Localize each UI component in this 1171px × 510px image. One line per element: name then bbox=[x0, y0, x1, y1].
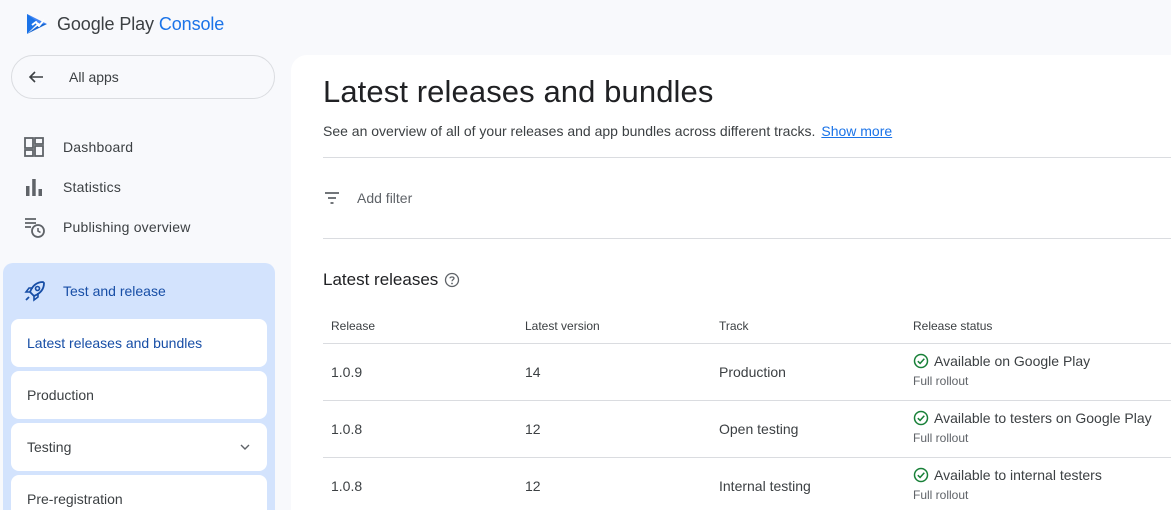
main-content: Latest releases and bundles See an overv… bbox=[291, 55, 1171, 510]
brand[interactable]: Google Play Console bbox=[24, 10, 224, 38]
column-header-track[interactable]: Track bbox=[719, 308, 749, 343]
sidebar-item-label: Dashboard bbox=[63, 139, 134, 155]
page-title: Latest releases and bundles bbox=[323, 74, 714, 109]
sidebar-section-test-and-release: Test and release Latest releases and bun… bbox=[3, 263, 275, 510]
track-name: Open testing bbox=[719, 421, 799, 437]
sidebar-item-label: Production bbox=[27, 387, 94, 403]
rollout-text: Full rollout bbox=[913, 374, 969, 388]
page-description: See an overview of all of your releases … bbox=[323, 123, 892, 139]
sidebar-item-publishing-overview[interactable]: Publishing overview bbox=[22, 212, 191, 242]
rocket-icon bbox=[24, 281, 45, 302]
arrow-back-icon bbox=[28, 71, 43, 83]
table-row[interactable]: 1.0.8 12 Open testing Available to teste… bbox=[323, 401, 1171, 458]
filter-icon bbox=[325, 192, 339, 204]
sidebar-item-production[interactable]: Production bbox=[11, 371, 267, 419]
releases-table: Release Latest version Track Release sta… bbox=[323, 308, 1171, 510]
add-filter-button[interactable]: Add filter bbox=[323, 186, 412, 210]
all-apps-button[interactable]: All apps bbox=[11, 55, 275, 99]
release-name: 1.0.8 bbox=[331, 421, 363, 437]
column-header-latest-version[interactable]: Latest version bbox=[525, 308, 600, 343]
release-status: Available on Google Play Full rollout bbox=[913, 353, 1090, 388]
help-icon[interactable] bbox=[444, 272, 460, 288]
rollout-text: Full rollout bbox=[913, 488, 969, 502]
description-text: See an overview of all of your releases … bbox=[323, 123, 816, 139]
rollout-text: Full rollout bbox=[913, 431, 969, 445]
column-header-release[interactable]: Release bbox=[331, 308, 375, 343]
status-text: Available to testers on Google Play bbox=[934, 410, 1152, 426]
publishing-overview-icon bbox=[25, 218, 45, 238]
chevron-down-icon[interactable] bbox=[239, 441, 251, 453]
sidebar-item-pre-registration[interactable]: Pre-registration bbox=[11, 475, 267, 510]
brand-name: Google Play Console bbox=[57, 13, 225, 34]
divider bbox=[323, 157, 1171, 158]
release-name: 1.0.9 bbox=[331, 364, 363, 380]
release-status: Available to internal testers Full rollo… bbox=[913, 467, 1102, 502]
sidebar-item-label: Publishing overview bbox=[63, 219, 191, 235]
table-row[interactable]: 1.0.9 14 Production Available on Google … bbox=[323, 344, 1171, 401]
check-circle-icon bbox=[913, 410, 929, 426]
sidebar-section-label: Test and release bbox=[63, 283, 166, 299]
status-text: Available to internal testers bbox=[934, 467, 1102, 483]
sidebar-item-label: Statistics bbox=[63, 179, 122, 195]
releases-heading: Latest releases bbox=[323, 269, 460, 291]
sidebar-item-testing[interactable]: Testing bbox=[11, 423, 267, 471]
sidebar-item-label: Latest releases and bundles bbox=[27, 335, 203, 351]
latest-version: 12 bbox=[525, 421, 541, 437]
releases-heading-text: Latest releases bbox=[323, 270, 439, 289]
check-circle-icon bbox=[913, 353, 929, 369]
sidebar-item-statistics[interactable]: Statistics bbox=[22, 172, 121, 202]
track-name: Internal testing bbox=[719, 478, 811, 494]
release-name: 1.0.8 bbox=[331, 478, 363, 494]
bar-chart-icon bbox=[26, 179, 42, 196]
table-header: Release Latest version Track Release sta… bbox=[323, 308, 1171, 344]
sidebar-item-label: Testing bbox=[27, 439, 72, 455]
add-filter-label: Add filter bbox=[357, 190, 413, 206]
column-header-release-status[interactable]: Release status bbox=[913, 308, 992, 343]
sidebar-item-test-and-release[interactable]: Test and release bbox=[3, 275, 166, 307]
track-name: Production bbox=[719, 364, 786, 380]
release-status: Available to testers on Google Play Full… bbox=[913, 410, 1152, 445]
latest-version: 14 bbox=[525, 364, 541, 380]
dashboard-icon bbox=[24, 137, 44, 157]
all-apps-label: All apps bbox=[69, 69, 119, 85]
play-console-logo-icon bbox=[27, 14, 47, 34]
status-text: Available on Google Play bbox=[934, 353, 1091, 369]
sidebar-item-label: Pre-registration bbox=[27, 491, 123, 507]
divider bbox=[323, 238, 1171, 239]
latest-version: 12 bbox=[525, 478, 541, 494]
show-more-link[interactable]: Show more bbox=[821, 123, 892, 139]
table-row[interactable]: 1.0.8 12 Internal testing Available to i… bbox=[323, 458, 1171, 510]
check-circle-icon bbox=[913, 467, 929, 483]
sidebar-item-latest-releases[interactable]: Latest releases and bundles bbox=[11, 319, 267, 367]
sidebar-item-dashboard[interactable]: Dashboard bbox=[22, 132, 133, 162]
